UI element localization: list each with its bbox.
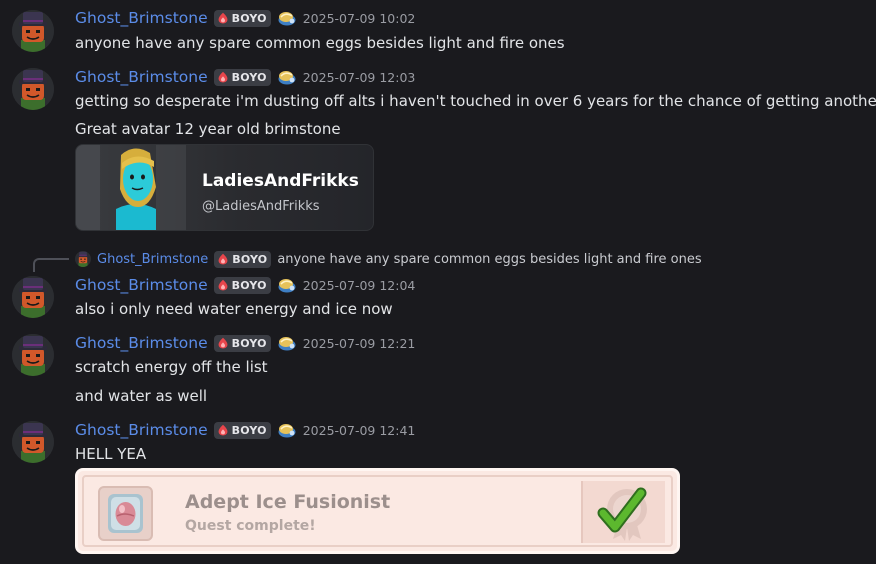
fossil-flair-icon	[277, 276, 297, 294]
flame-badge-icon	[217, 253, 229, 265]
flame-badge-icon	[217, 424, 229, 436]
guild-tag-badge[interactable]: BOYO	[213, 421, 271, 439]
flame-badge-icon	[217, 12, 229, 24]
flame-badge-icon	[217, 279, 229, 291]
embed-username: @LadiesAndFrikks	[202, 199, 320, 214]
tag-label: BOYO	[231, 423, 267, 437]
user-avatar[interactable]	[12, 68, 54, 110]
guild-tag-badge[interactable]: BOYO	[213, 276, 271, 294]
guild-tag-badge[interactable]: BOYO	[213, 334, 271, 352]
username[interactable]: Ghost_Brimstone	[75, 68, 208, 86]
quest-title: Adept Ice Fusionist	[185, 491, 391, 513]
user-avatar[interactable]	[12, 334, 54, 376]
quest-card[interactable]: Adept Ice Fusionist Quest complete!	[75, 468, 680, 554]
reply-text[interactable]: anyone have any spare common eggs beside…	[277, 252, 701, 267]
message-header: Ghost_Brimstone BOYO 2025-07-09 12:21	[75, 333, 415, 353]
guild-tag-badge[interactable]: BOYO	[213, 68, 271, 86]
quest-complete-panel	[581, 481, 665, 543]
embed-display-name[interactable]: LadiesAndFrikks	[202, 171, 359, 191]
flame-badge-icon	[217, 337, 229, 349]
message-text: scratch energy off the list	[75, 358, 268, 376]
quest-reward-slot	[98, 486, 153, 541]
brimstone-avatar-icon	[12, 334, 54, 376]
username[interactable]: Ghost_Brimstone	[75, 334, 208, 352]
username[interactable]: Ghost_Brimstone	[75, 276, 208, 294]
brimstone-avatar-icon	[12, 276, 54, 318]
brimstone-avatar-icon	[75, 251, 91, 267]
username[interactable]: Ghost_Brimstone	[75, 9, 208, 27]
profile-embed[interactable]: LadiesAndFrikks @LadiesAndFrikks	[75, 144, 374, 231]
timestamp[interactable]: 2025-07-09 12:21	[303, 336, 416, 351]
message-header: Ghost_Brimstone BOYO 2025-07-09 10:02	[75, 8, 415, 28]
tag-label: BOYO	[231, 11, 267, 25]
fossil-flair-icon	[277, 421, 297, 439]
message-header: Ghost_Brimstone BOYO 2025-07-09 12:03	[75, 67, 415, 87]
guild-tag-badge[interactable]: BOYO	[213, 9, 271, 27]
guild-tag-badge[interactable]: BOYO	[214, 250, 272, 268]
brimstone-avatar-icon	[12, 421, 54, 463]
flame-badge-icon	[217, 71, 229, 83]
user-avatar[interactable]	[12, 421, 54, 463]
tag-label: BOYO	[231, 278, 267, 292]
timestamp[interactable]: 2025-07-09 10:02	[303, 11, 416, 26]
quest-status: Quest complete!	[185, 518, 316, 534]
message-text: Great avatar 12 year old brimstone	[75, 120, 341, 138]
fossil-flair-icon	[277, 68, 297, 86]
tag-label: BOYO	[231, 336, 267, 350]
message-text: anyone have any spare common eggs beside…	[75, 34, 565, 52]
message-header: Ghost_Brimstone BOYO 2025-07-09 12:41	[75, 420, 415, 440]
checkmark-icon	[597, 487, 647, 541]
reply-preview[interactable]: Ghost_Brimstone BOYO anyone have any spa…	[75, 249, 702, 269]
tag-label: BOYO	[231, 70, 267, 84]
fossil-flair-icon	[277, 9, 297, 27]
username[interactable]: Ghost_Brimstone	[75, 421, 208, 439]
reply-connector	[33, 258, 69, 272]
user-avatar[interactable]	[12, 276, 54, 318]
reply-username[interactable]: Ghost_Brimstone	[97, 252, 208, 267]
message-text: also i only need water energy and ice no…	[75, 300, 393, 318]
timestamp[interactable]: 2025-07-09 12:04	[303, 278, 416, 293]
timestamp[interactable]: 2025-07-09 12:03	[303, 70, 416, 85]
message-text: and water as well	[75, 387, 208, 405]
message-text: getting so desperate i'm dusting off alt…	[75, 92, 876, 110]
message-header: Ghost_Brimstone BOYO 2025-07-09 12:04	[75, 275, 415, 295]
fossil-flair-icon	[277, 334, 297, 352]
user-avatar[interactable]	[12, 10, 54, 52]
brimstone-avatar-icon	[12, 10, 54, 52]
timestamp[interactable]: 2025-07-09 12:41	[303, 423, 416, 438]
message-text: HELL YEA	[75, 445, 147, 463]
tag-label: BOYO	[232, 252, 268, 266]
egg-icon	[108, 494, 143, 533]
brimstone-avatar-icon	[12, 68, 54, 110]
